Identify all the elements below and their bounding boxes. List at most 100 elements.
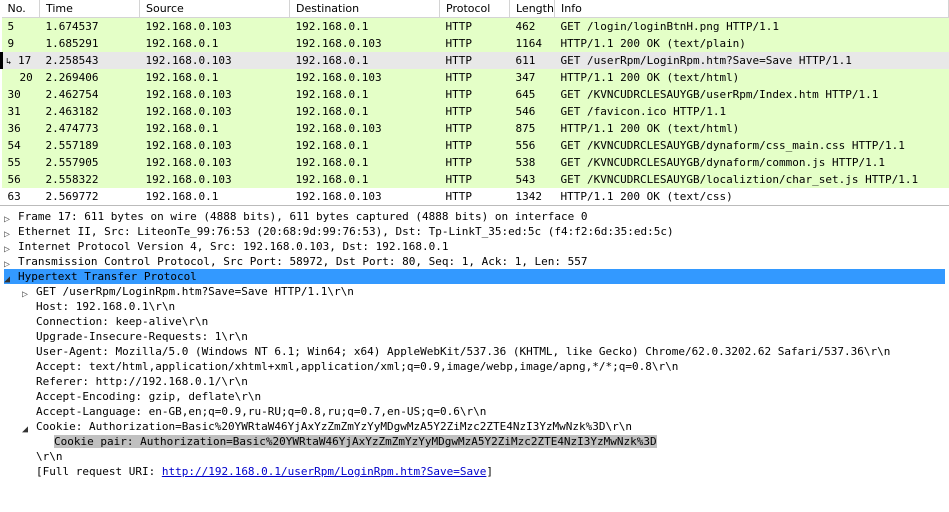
tree-cookie-pair-text: Cookie pair: Authorization=Basic%20YWRta… <box>54 435 657 448</box>
cell-destination: 192.168.0.103 <box>290 35 440 52</box>
tree-cookie-pair[interactable]: Cookie pair: Authorization=Basic%20YWRta… <box>4 434 945 449</box>
cell-length: 1342 <box>510 188 555 205</box>
cell-source: 192.168.0.103 <box>140 52 290 69</box>
cell-destination: 192.168.0.1 <box>290 52 440 69</box>
expand-icon[interactable] <box>4 257 15 268</box>
packet-header-row[interactable]: No. Time Source Destination Protocol Len… <box>2 0 949 18</box>
tree-http-header[interactable]: Upgrade-Insecure-Requests: 1\r\n <box>4 329 945 344</box>
packet-list-pane[interactable]: No. Time Source Destination Protocol Len… <box>0 0 949 206</box>
cell-protocol: HTTP <box>440 86 510 103</box>
cell-destination: 192.168.0.1 <box>290 154 440 171</box>
packet-row[interactable]: ↳172.258543192.168.0.103192.168.0.1HTTP6… <box>2 52 949 69</box>
tree-http-header[interactable]: User-Agent: Mozilla/5.0 (Windows NT 6.1;… <box>4 344 945 359</box>
col-proto-header[interactable]: Protocol <box>440 0 510 18</box>
tree-tcp-text: Transmission Control Protocol, Src Port:… <box>18 255 588 268</box>
col-no-header[interactable]: No. <box>2 0 40 18</box>
cell-time: 2.557189 <box>40 137 140 154</box>
cell-length: 875 <box>510 120 555 137</box>
tree-http-crlf[interactable]: \r\n <box>4 449 945 464</box>
full-uri-link[interactable]: http://192.168.0.1/userRpm/LoginRpm.htm?… <box>162 465 487 478</box>
packet-row[interactable]: 632.569772192.168.0.1192.168.0.103HTTP13… <box>2 188 949 205</box>
cell-destination: 192.168.0.103 <box>290 188 440 205</box>
cell-source: 192.168.0.1 <box>140 120 290 137</box>
tree-http-get[interactable]: GET /userRpm/LoginRpm.htm?Save=Save HTTP… <box>4 284 945 299</box>
packet-row[interactable]: 312.463182192.168.0.103192.168.0.1HTTP54… <box>2 103 949 120</box>
cell-time: 2.462754 <box>40 86 140 103</box>
collapse-icon[interactable] <box>4 272 15 283</box>
tree-eth-text: Ethernet II, Src: LiteonTe_99:76:53 (20:… <box>18 225 674 238</box>
cell-protocol: HTTP <box>440 35 510 52</box>
tree-http-header[interactable]: Accept: text/html,application/xhtml+xml,… <box>4 359 945 374</box>
cell-destination: 192.168.0.1 <box>290 18 440 36</box>
cell-protocol: HTTP <box>440 18 510 36</box>
expand-icon[interactable] <box>4 227 15 238</box>
tree-full-uri[interactable]: [Full request URI: http://192.168.0.1/us… <box>4 464 945 479</box>
packet-row[interactable]: 362.474773192.168.0.1192.168.0.103HTTP87… <box>2 120 949 137</box>
tree-http-header[interactable]: Host: 192.168.0.1\r\n <box>4 299 945 314</box>
cell-length: 347 <box>510 69 555 86</box>
col-info-header[interactable]: Info <box>555 0 949 18</box>
tree-ip[interactable]: Internet Protocol Version 4, Src: 192.16… <box>4 239 945 254</box>
packet-row[interactable]: ↲202.269406192.168.0.1192.168.0.103HTTP3… <box>2 69 949 86</box>
http-header-text: Accept-Language: en-GB,en;q=0.9,ru-RU;q=… <box>36 405 486 418</box>
cell-protocol: HTTP <box>440 137 510 154</box>
packet-row[interactable]: 51.674537192.168.0.103192.168.0.1HTTP462… <box>2 18 949 36</box>
cell-protocol: HTTP <box>440 188 510 205</box>
tree-ethernet[interactable]: Ethernet II, Src: LiteonTe_99:76:53 (20:… <box>4 224 945 239</box>
col-time-header[interactable]: Time <box>40 0 140 18</box>
cell-length: 538 <box>510 154 555 171</box>
cell-time: 2.474773 <box>40 120 140 137</box>
packet-details-pane[interactable]: Frame 17: 611 bytes on wire (4888 bits),… <box>0 206 949 512</box>
cell-info: GET /KVNCUDRCLESAUYGB/dynaform/common.js… <box>555 154 949 171</box>
col-source-header[interactable]: Source <box>140 0 290 18</box>
cell-info: GET /KVNCUDRCLESAUYGB/localiztion/char_s… <box>555 171 949 188</box>
cell-protocol: HTTP <box>440 154 510 171</box>
tree-tcp[interactable]: Transmission Control Protocol, Src Port:… <box>4 254 945 269</box>
http-header-text: Referer: http://192.168.0.1/\r\n <box>36 375 248 388</box>
packet-row[interactable]: 562.558322192.168.0.103192.168.0.1HTTP54… <box>2 171 949 188</box>
cell-no: 36 <box>2 120 40 137</box>
cell-info: HTTP/1.1 200 OK (text/html) <box>555 120 949 137</box>
cell-length: 543 <box>510 171 555 188</box>
packet-row[interactable]: 302.462754192.168.0.103192.168.0.1HTTP64… <box>2 86 949 103</box>
cell-source: 192.168.0.103 <box>140 137 290 154</box>
cell-time: 1.685291 <box>40 35 140 52</box>
packet-row[interactable]: 542.557189192.168.0.103192.168.0.1HTTP55… <box>2 137 949 154</box>
cell-length: 1164 <box>510 35 555 52</box>
col-dest-header[interactable]: Destination <box>290 0 440 18</box>
cell-no: 5 <box>2 18 40 36</box>
collapse-icon[interactable] <box>22 422 33 433</box>
expand-icon[interactable] <box>4 242 15 253</box>
cell-time: 2.269406 <box>40 69 140 86</box>
cell-source: 192.168.0.1 <box>140 69 290 86</box>
cell-info: GET /KVNCUDRCLESAUYGB/userRpm/Index.htm … <box>555 86 949 103</box>
tree-http-header[interactable]: Accept-Language: en-GB,en;q=0.9,ru-RU;q=… <box>4 404 945 419</box>
cell-no: 31 <box>2 103 40 120</box>
expand-icon[interactable] <box>22 287 33 298</box>
col-length-header[interactable]: Length <box>510 0 555 18</box>
cell-length: 611 <box>510 52 555 69</box>
full-uri-label: [Full request URI: <box>36 465 162 478</box>
packet-row[interactable]: 91.685291192.168.0.1192.168.0.103HTTP116… <box>2 35 949 52</box>
http-header-text: Connection: keep-alive\r\n <box>36 315 208 328</box>
cell-no: ↳17 <box>2 52 40 69</box>
tree-http-cookie[interactable]: Cookie: Authorization=Basic%20YWRtaW46Yj… <box>4 419 945 434</box>
tree-frame[interactable]: Frame 17: 611 bytes on wire (4888 bits),… <box>4 209 945 224</box>
cell-destination: 192.168.0.1 <box>290 137 440 154</box>
cell-destination: 192.168.0.103 <box>290 69 440 86</box>
tree-http-header[interactable]: Referer: http://192.168.0.1/\r\n <box>4 374 945 389</box>
tree-http[interactable]: Hypertext Transfer Protocol <box>4 269 945 284</box>
cell-time: 2.558322 <box>40 171 140 188</box>
tree-http-header[interactable]: Connection: keep-alive\r\n <box>4 314 945 329</box>
http-header-text: Accept: text/html,application/xhtml+xml,… <box>36 360 678 373</box>
expand-icon[interactable] <box>4 212 15 223</box>
cell-length: 546 <box>510 103 555 120</box>
cell-protocol: HTTP <box>440 69 510 86</box>
packet-row[interactable]: 552.557905192.168.0.103192.168.0.1HTTP53… <box>2 154 949 171</box>
cell-source: 192.168.0.1 <box>140 188 290 205</box>
cell-source: 192.168.0.103 <box>140 171 290 188</box>
packet-table[interactable]: No. Time Source Destination Protocol Len… <box>0 0 949 205</box>
tree-http-header[interactable]: Accept-Encoding: gzip, deflate\r\n <box>4 389 945 404</box>
cell-info: GET /userRpm/LoginRpm.htm?Save=Save HTTP… <box>555 52 949 69</box>
http-header-text: Accept-Encoding: gzip, deflate\r\n <box>36 390 261 403</box>
